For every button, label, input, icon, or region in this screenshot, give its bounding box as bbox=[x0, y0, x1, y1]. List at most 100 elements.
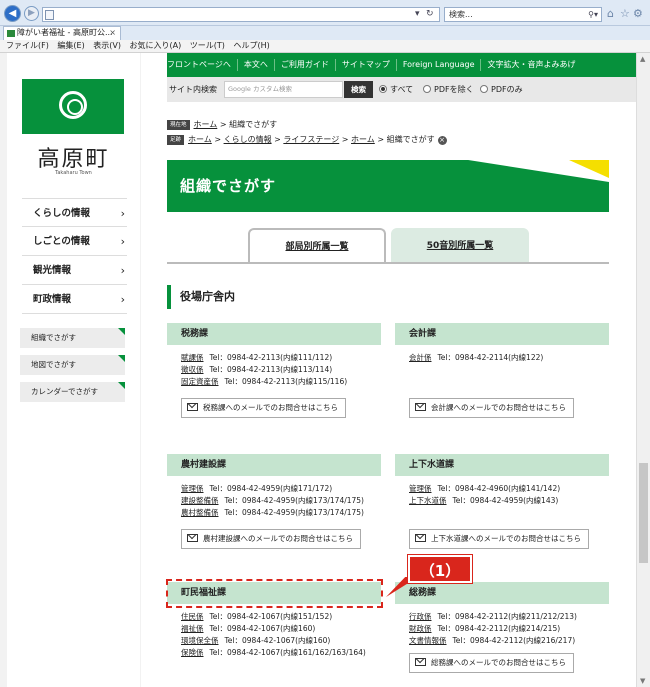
history-link[interactable]: ホーム bbox=[188, 135, 212, 144]
breadcrumb-link[interactable]: ホーム bbox=[194, 120, 218, 129]
radio-exclude-pdf[interactable]: PDFを除く bbox=[423, 77, 474, 102]
mail-contact-button[interactable]: 農村建設課へのメールでのお問合せはこちら bbox=[181, 529, 361, 549]
site-search-button[interactable]: 検索 bbox=[344, 81, 373, 98]
section-link[interactable]: 管理係 bbox=[181, 484, 204, 493]
history-link[interactable]: ライフステージ bbox=[283, 135, 339, 144]
search-placeholder: 検索... bbox=[449, 10, 473, 19]
phone-number: Tel：0984-42-2112(内線211/212/213) bbox=[437, 612, 578, 621]
scrollbar-thumb[interactable] bbox=[639, 463, 648, 563]
sidebar: 高原町 Takaharu Town くらしの情報 › しごとの情報 › 観光情報… bbox=[7, 53, 140, 687]
nav-guide[interactable]: ご利用ガイド bbox=[275, 59, 336, 71]
section-link[interactable]: 建設整備係 bbox=[181, 496, 219, 505]
breadcrumb-badge: 現在地 bbox=[167, 120, 190, 130]
search-icon[interactable]: ⚲▾ bbox=[588, 8, 598, 21]
browser-tab[interactable]: 障がい者福祉 - 高原町公... × bbox=[3, 26, 121, 40]
mail-label: 会計課へのメールでのお問合せはこちら bbox=[431, 403, 566, 412]
department-name: 農村建設課 bbox=[167, 454, 381, 476]
menu-help[interactable]: ヘルプ(H) bbox=[233, 40, 269, 52]
nav-front-page[interactable]: フロントページへ bbox=[167, 59, 238, 71]
sidebar-item-label: しごとの情報 bbox=[33, 236, 90, 247]
section-link[interactable]: 管理係 bbox=[409, 484, 432, 493]
list-item: 上下水道係 Tel：0984-42-4959(内線143) bbox=[409, 495, 609, 507]
section-link[interactable]: 保険係 bbox=[181, 648, 204, 657]
section-link[interactable]: 福祉係 bbox=[181, 624, 204, 633]
section-link[interactable]: 会計係 bbox=[409, 353, 432, 362]
favorites-star-icon[interactable]: ☆ bbox=[620, 7, 630, 21]
nav-sitemap[interactable]: サイトマップ bbox=[336, 59, 397, 71]
menu-edit[interactable]: 編集(E) bbox=[57, 40, 84, 52]
site-search-input[interactable]: Google カスタム検索 bbox=[224, 81, 343, 98]
nav-accessibility[interactable]: 文字拡大・音声よみあげ bbox=[481, 59, 581, 71]
list-item: 福祉係 Tel：0984-42-1067(内線160) bbox=[181, 623, 381, 635]
section-link[interactable]: 住民係 bbox=[181, 612, 204, 621]
gear-icon[interactable]: ⚙ bbox=[633, 7, 643, 21]
town-logo[interactable] bbox=[22, 79, 124, 134]
section-link[interactable]: 徴収係 bbox=[181, 365, 204, 374]
scroll-up-icon[interactable]: ▲ bbox=[640, 55, 645, 63]
section-link[interactable]: 環境保全係 bbox=[181, 636, 219, 645]
radio-all[interactable]: すべて bbox=[379, 77, 413, 102]
nav-body[interactable]: 本文へ bbox=[238, 59, 275, 71]
history-link[interactable]: くらしの情報 bbox=[224, 135, 272, 144]
history-link[interactable]: ホーム bbox=[351, 135, 375, 144]
home-icon[interactable]: ⌂ bbox=[607, 7, 614, 21]
sidebar-item-living[interactable]: くらしの情報 › bbox=[22, 198, 127, 227]
forward-arrow-icon[interactable]: ▶ bbox=[24, 6, 39, 21]
phone-number: Tel：0984-42-4960(内線141/142) bbox=[437, 484, 561, 493]
mail-label: 上下水道課へのメールでのお問合せはこちら bbox=[431, 534, 581, 543]
section-link[interactable]: 財政係 bbox=[409, 624, 432, 633]
sidebar-item-government[interactable]: 町政情報 › bbox=[22, 285, 127, 314]
department-card-water: 上下水道課 管理係 Tel：0984-42-4960(内線141/142) 上下水… bbox=[395, 454, 609, 549]
chevron-right-icon: › bbox=[120, 207, 125, 220]
list-item: 会計係 Tel：0984-42-2114(内線122) bbox=[409, 352, 609, 364]
section-link[interactable]: 文書情報係 bbox=[409, 636, 447, 645]
mail-contact-button[interactable]: 上下水道課へのメールでのお問合せはこちら bbox=[409, 529, 589, 549]
nav-foreign-language[interactable]: Foreign Language bbox=[397, 59, 482, 71]
section-link[interactable]: 農村整備係 bbox=[181, 508, 219, 517]
search-by-map-button[interactable]: 地図でさがす bbox=[20, 355, 125, 375]
radio-label: PDFのみ bbox=[491, 85, 523, 94]
tab-by-department[interactable]: 部局別所属一覧 bbox=[248, 228, 386, 264]
sidebar-item-tourism[interactable]: 観光情報 › bbox=[22, 256, 127, 285]
radio-pdf-only[interactable]: PDFのみ bbox=[480, 77, 523, 102]
department-card-rural-construction: 農村建設課 管理係 Tel：0984-42-4959(内線171/172) 建設整… bbox=[167, 454, 381, 549]
mail-contact-button[interactable]: 会計課へのメールでのお問合せはこちら bbox=[409, 398, 574, 418]
menu-view[interactable]: 表示(V) bbox=[93, 40, 121, 52]
tab-close-icon[interactable]: × bbox=[109, 27, 116, 39]
site-search-row: サイト内検索 Google カスタム検索 検索 すべて PDFを除く PDFのみ bbox=[167, 77, 636, 102]
list-item: 管理係 Tel：0984-42-4960(内線141/142) bbox=[409, 483, 609, 495]
section-link[interactable]: 固定資産係 bbox=[181, 377, 219, 386]
page-icon bbox=[45, 10, 54, 20]
main-content: フロントページへ 本文へ ご利用ガイド サイトマップ Foreign Language 文… bbox=[141, 53, 636, 687]
list-item: 管理係 Tel：0984-42-4959(内線171/172) bbox=[181, 483, 381, 495]
section-link[interactable]: 賦課係 bbox=[181, 353, 204, 362]
section-link[interactable]: 行政係 bbox=[409, 612, 432, 621]
mail-contact-button[interactable]: 税務課へのメールでのお問合せはこちら bbox=[181, 398, 346, 418]
menu-tools[interactable]: ツール(T) bbox=[190, 40, 225, 52]
department-name: 会計課 bbox=[395, 323, 609, 345]
browser-search-input[interactable]: 検索... ⚲▾ bbox=[444, 7, 602, 22]
scroll-down-icon[interactable]: ▼ bbox=[640, 677, 645, 685]
tab-divider bbox=[167, 262, 609, 264]
vertical-scrollbar[interactable]: ▲ ▼ bbox=[636, 53, 650, 687]
favicon-icon bbox=[7, 30, 15, 37]
back-arrow-icon[interactable]: ◀ bbox=[4, 5, 21, 22]
list-item: 文書情報係 Tel：0984-42-2112(内線216/217) bbox=[409, 635, 609, 647]
sidebar-item-work[interactable]: しごとの情報 › bbox=[22, 227, 127, 256]
button-label: カレンダーでさがす bbox=[31, 387, 99, 396]
page-title-banner: 組織でさがす bbox=[167, 160, 609, 212]
chevron-right-icon: › bbox=[120, 264, 125, 277]
clear-history-icon[interactable]: × bbox=[437, 136, 447, 145]
menu-favorites[interactable]: お気に入り(A) bbox=[130, 40, 182, 52]
phone-number: Tel：0984-42-2114(内線122) bbox=[437, 353, 544, 362]
search-by-calendar-button[interactable]: カレンダーでさがす bbox=[20, 382, 125, 402]
mail-contact-button[interactable]: 総務課へのメールでのお問合せはこちら bbox=[409, 653, 574, 673]
address-bar[interactable]: ▾ ↻ bbox=[42, 7, 440, 22]
sidebar-item-label: 観光情報 bbox=[33, 265, 72, 276]
dropdown-icon[interactable]: ▾ bbox=[415, 8, 420, 21]
refresh-icon[interactable]: ↻ bbox=[426, 8, 434, 21]
tab-by-syllabary[interactable]: 50音別所属一覧 bbox=[391, 228, 529, 264]
section-link[interactable]: 上下水道係 bbox=[409, 496, 447, 505]
search-by-organization-button[interactable]: 組織でさがす bbox=[20, 328, 125, 348]
menu-file[interactable]: ファイル(F) bbox=[6, 40, 49, 52]
